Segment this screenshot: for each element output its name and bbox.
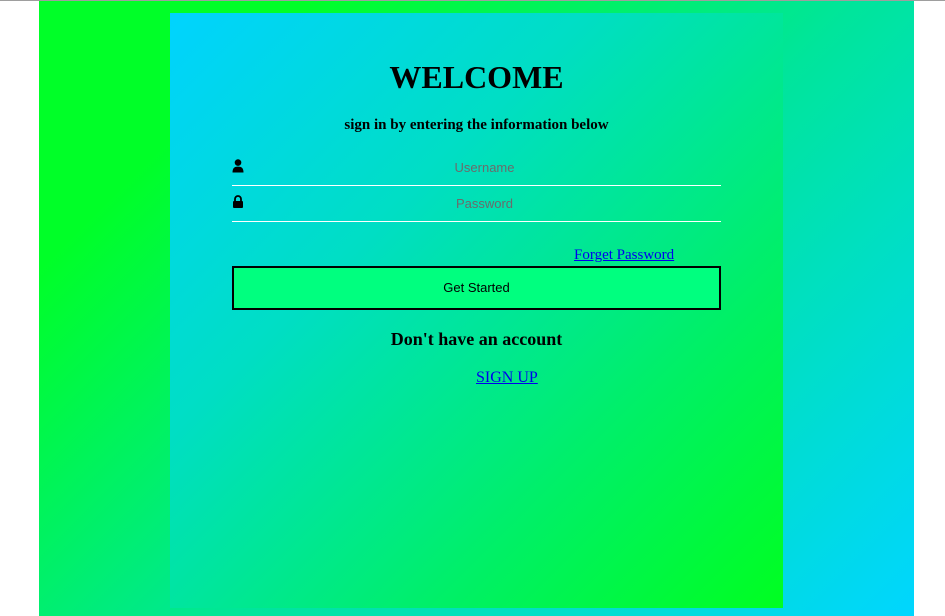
page-title: WELCOME [389, 59, 564, 95]
get-started-button[interactable]: Get Started [232, 266, 721, 310]
lock-icon [232, 195, 244, 209]
username-input[interactable] [252, 155, 717, 179]
forget-password-link[interactable]: Forget Password [574, 247, 674, 264]
login-panel: WELCOME sign in by entering the informat… [170, 13, 783, 608]
page-background: WELCOME sign in by entering the informat… [39, 1, 914, 616]
username-field [232, 155, 721, 186]
password-field [232, 191, 721, 222]
password-input[interactable] [252, 191, 717, 215]
sign-up-link[interactable]: SIGN UP [476, 369, 538, 387]
user-icon [232, 159, 244, 173]
no-account-text: Don't have an account [390, 329, 563, 349]
login-subtitle: sign in by entering the information belo… [344, 117, 609, 133]
